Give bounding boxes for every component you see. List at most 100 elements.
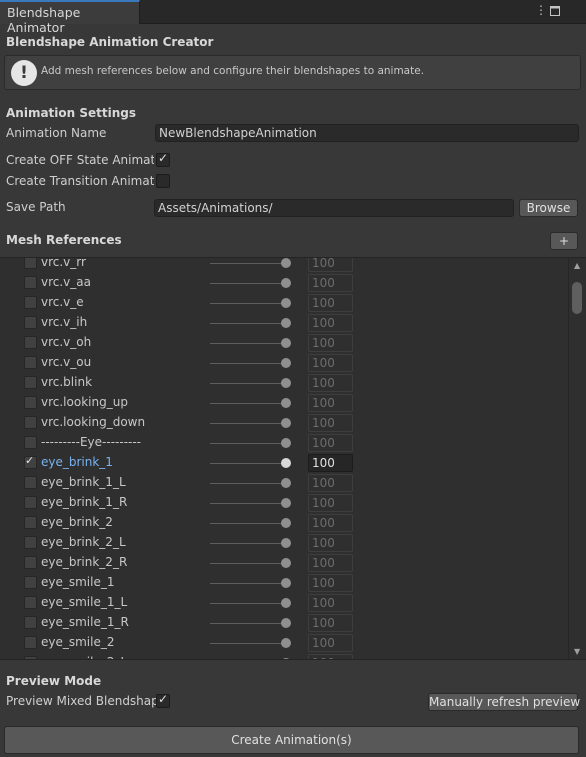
blendshape-value-field[interactable]: 100	[308, 614, 353, 632]
blendshape-list[interactable]: vrc.v_rr 100 vrc.v_aa 100 vrc.v_e 100 vrc.v_ih…	[0, 257, 586, 660]
blendshape-value-field[interactable]: 100	[308, 334, 353, 352]
blendshape-slider-track[interactable]	[210, 283, 286, 284]
blendshape-value-field[interactable]: 100	[308, 534, 353, 552]
blendshape-slider-thumb[interactable]	[281, 278, 291, 288]
scroll-up-icon[interactable]: ▲	[574, 261, 580, 270]
blendshape-value-field[interactable]: 100	[308, 454, 353, 472]
blendshape-slider-thumb[interactable]	[281, 298, 291, 308]
blendshape-slider-track[interactable]	[210, 583, 286, 584]
blendshape-checkbox[interactable]	[24, 656, 37, 659]
blendshape-checkbox[interactable]	[24, 516, 37, 529]
blendshape-checkbox[interactable]: ✓	[24, 454, 37, 469]
blendshape-slider-track[interactable]	[210, 263, 286, 264]
blendshape-checkbox[interactable]	[24, 336, 37, 349]
blendshape-checkbox[interactable]	[24, 496, 37, 509]
blendshape-value-field[interactable]: 100	[308, 314, 353, 332]
blendshape-slider-thumb[interactable]	[281, 318, 291, 328]
blendshape-slider-track[interactable]	[210, 343, 286, 344]
blendshape-checkbox[interactable]	[24, 556, 37, 569]
blendshape-value-field[interactable]: 100	[308, 354, 353, 372]
blendshape-checkbox[interactable]	[24, 356, 37, 369]
blendshape-checkbox[interactable]	[24, 436, 37, 449]
blendshape-slider-track[interactable]	[210, 303, 286, 304]
create-animations-button[interactable]: Create Animation(s)	[4, 726, 579, 754]
blendshape-slider-track[interactable]	[210, 523, 286, 524]
blendshape-slider-thumb[interactable]	[281, 498, 291, 508]
blendshape-checkbox[interactable]	[24, 596, 37, 609]
blendshape-slider-thumb[interactable]	[281, 458, 291, 468]
blendshape-value-field[interactable]: 100	[308, 634, 353, 652]
blendshape-slider-track[interactable]	[210, 503, 286, 504]
scroll-down-icon[interactable]: ▼	[574, 647, 580, 656]
blendshape-slider-thumb[interactable]	[281, 578, 291, 588]
blendshape-value-field[interactable]: 100	[308, 514, 353, 532]
blendshape-slider-track[interactable]	[210, 623, 286, 624]
off-state-checkbox[interactable]: ✓	[156, 151, 170, 167]
blendshape-slider-thumb[interactable]	[281, 478, 291, 488]
blendshape-value-field[interactable]: 100	[308, 494, 353, 512]
tab-blendshape-animator[interactable]: Blendshape Animator	[0, 0, 140, 35]
preview-mixed-checkbox[interactable]: ✓	[156, 692, 170, 708]
blendshape-checkbox[interactable]	[24, 376, 37, 389]
blendshape-slider-thumb[interactable]	[281, 418, 291, 428]
blendshape-value-field[interactable]: 100	[308, 274, 353, 292]
blendshape-value-field[interactable]: 100	[308, 414, 353, 432]
blendshape-value-field[interactable]: 100	[308, 474, 353, 492]
blendshape-checkbox[interactable]	[24, 636, 37, 649]
blendshape-slider-thumb[interactable]	[281, 398, 291, 408]
blendshape-value-field[interactable]: 100	[308, 434, 353, 452]
blendshape-slider-thumb[interactable]	[281, 358, 291, 368]
blendshape-checkbox[interactable]	[24, 536, 37, 549]
blendshape-slider-thumb[interactable]	[281, 438, 291, 448]
blendshape-slider-thumb[interactable]	[281, 618, 291, 628]
blendshape-slider-track[interactable]	[210, 463, 286, 464]
blendshape-checkbox[interactable]	[24, 416, 37, 429]
blendshape-value-field[interactable]: 100	[308, 654, 353, 659]
blendshape-slider-thumb[interactable]	[281, 598, 291, 608]
blendshape-slider-thumb[interactable]	[281, 538, 291, 548]
blendshape-slider-track[interactable]	[210, 383, 286, 384]
refresh-preview-button[interactable]: Manually refresh preview	[428, 693, 580, 711]
blendshape-slider-track[interactable]	[210, 443, 286, 444]
blendshape-slider-track[interactable]	[210, 563, 286, 564]
blendshape-slider-thumb[interactable]	[281, 658, 291, 659]
blendshape-value-field[interactable]: 100	[308, 258, 353, 272]
blendshape-checkbox[interactable]	[24, 576, 37, 589]
blendshape-slider-thumb[interactable]	[281, 638, 291, 648]
blendshape-checkbox[interactable]	[24, 316, 37, 329]
blendshape-checkbox[interactable]	[24, 276, 37, 289]
browse-button[interactable]: Browse	[519, 199, 578, 217]
blendshape-value-field[interactable]: 100	[308, 394, 353, 412]
blendshape-checkbox[interactable]	[24, 476, 37, 489]
animation-name-input[interactable]: NewBlendshapeAnimation	[155, 124, 579, 142]
blendshape-checkbox[interactable]	[24, 258, 37, 269]
blendshape-checkbox[interactable]	[24, 396, 37, 409]
blendshape-slider-thumb[interactable]	[281, 338, 291, 348]
blendshape-slider-thumb[interactable]	[281, 518, 291, 528]
blendshape-value-field[interactable]: 100	[308, 574, 353, 592]
blendshape-slider-thumb[interactable]	[281, 558, 291, 568]
blendshape-slider-track[interactable]	[210, 423, 286, 424]
list-scrollbar[interactable]: ▲ ▼	[568, 258, 586, 659]
kebab-menu-icon[interactable]: ⋮	[535, 3, 547, 17]
blendshape-slider-track[interactable]	[210, 543, 286, 544]
blendshape-slider-track[interactable]	[210, 363, 286, 364]
blendshape-slider-track[interactable]	[210, 483, 286, 484]
blendshape-checkbox[interactable]	[24, 616, 37, 629]
blendshape-slider-track[interactable]	[210, 603, 286, 604]
add-mesh-button[interactable]: +	[550, 232, 578, 250]
blendshape-slider-track[interactable]	[210, 323, 286, 324]
blendshape-slider-thumb[interactable]	[281, 378, 291, 388]
blendshape-checkbox[interactable]	[24, 296, 37, 309]
blendshape-slider-track[interactable]	[210, 643, 286, 644]
maximize-icon[interactable]	[550, 5, 560, 19]
transition-checkbox[interactable]	[156, 174, 170, 188]
scroll-thumb[interactable]	[572, 282, 582, 314]
save-path-input[interactable]: Assets/Animations/	[154, 199, 514, 217]
blendshape-value-field[interactable]: 100	[308, 374, 353, 392]
blendshape-slider-thumb[interactable]	[281, 258, 291, 268]
blendshape-value-field[interactable]: 100	[308, 554, 353, 572]
blendshape-value-field[interactable]: 100	[308, 294, 353, 312]
blendshape-value-field[interactable]: 100	[308, 594, 353, 612]
blendshape-slider-track[interactable]	[210, 403, 286, 404]
